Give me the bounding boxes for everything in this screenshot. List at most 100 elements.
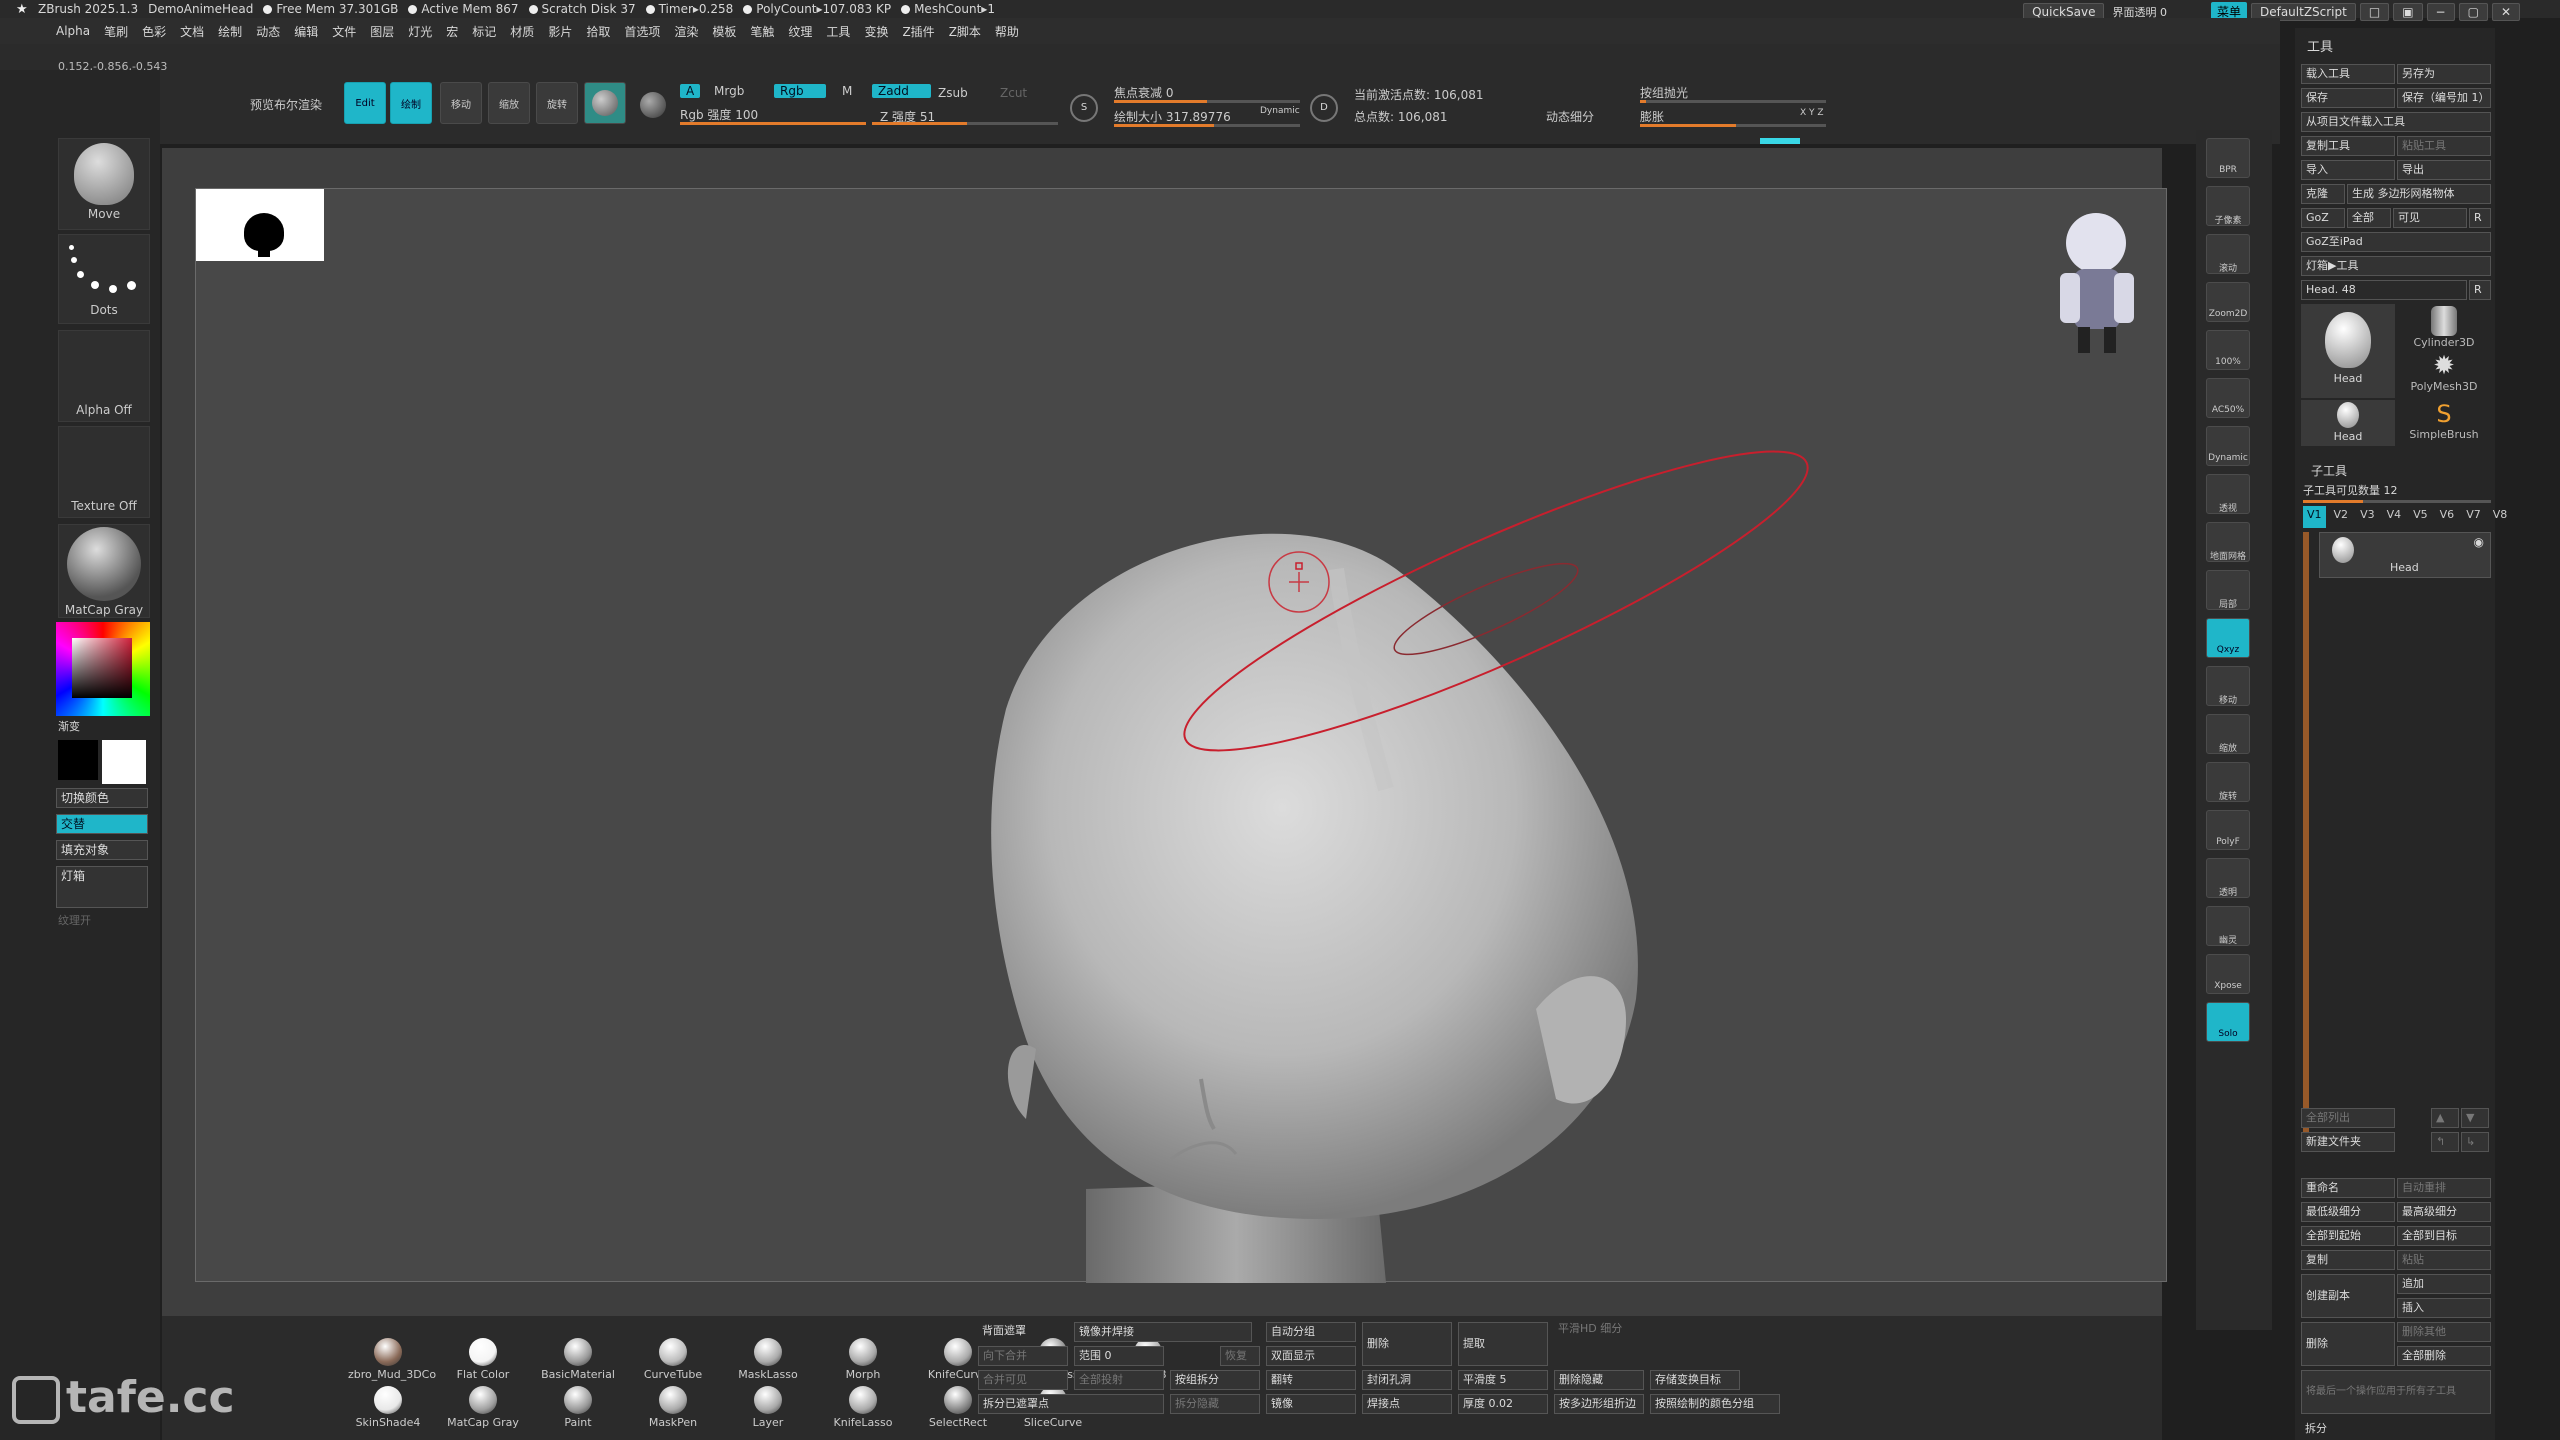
smooth-hd-subdiv-label[interactable]: 平滑HD 细分 [1554,1320,1744,1340]
subtool-visible-count[interactable]: 子工具可见数量 12 [2303,482,2398,498]
rgb-intensity-slider[interactable]: Rgb 强度 100 [680,106,758,123]
menu-item[interactable]: Alpha [56,24,90,38]
load-from-project-button[interactable]: 从项目文件载入工具 [2301,112,2491,132]
inflate-slider[interactable]: 膨胀 [1640,108,1664,125]
list-all-button[interactable]: 全部列出 [2301,1108,2395,1128]
menu-item[interactable]: 灯光 [408,23,432,40]
color-picker[interactable] [56,622,150,716]
color-square[interactable] [72,638,132,698]
tool-thumb-simplebrush[interactable]: S SimpleBrush [2397,400,2491,446]
shelf-move-button[interactable]: 移动 [2206,666,2250,706]
current-tool-r-button[interactable]: R [2469,280,2491,300]
tool-thumb-cylinder[interactable]: Cylinder3D [2397,304,2491,350]
mirror-button[interactable]: 镜像 [1266,1394,1356,1414]
zsub-toggle[interactable]: Zsub [938,86,968,100]
minimize-icon[interactable]: − [2426,2,2455,21]
draw-button[interactable]: 绘制 [390,82,432,124]
crease-by-group-button[interactable]: 按多边形组折边 [1554,1394,1644,1414]
menu-item[interactable]: 帮助 [995,23,1019,40]
apply-to-all-button[interactable]: 将最后一个操作应用于所有子工具 [2301,1370,2491,1414]
draw-size-track[interactable] [1114,124,1300,127]
goz-r-button[interactable]: R [2469,208,2491,228]
shelf-bpr-button[interactable]: BPR [2206,138,2250,178]
duplicate-button[interactable]: 复制 [2301,1250,2395,1270]
secondary-color-swatch[interactable] [102,740,146,784]
shelf-subpixel-button[interactable]: 子像素 [2206,186,2250,226]
copy-tool-button[interactable]: 复制工具 [2301,136,2395,156]
save-as-button[interactable]: 另存为 [2397,64,2491,84]
layout-icon[interactable]: □ [2359,2,2390,21]
shelf-xyz-button[interactable]: Qxyz [2206,618,2250,658]
menu-item[interactable]: 文件 [332,23,356,40]
menu-item[interactable]: 工具 [826,23,850,40]
rename-button[interactable]: 重命名 [2301,1178,2395,1198]
current-tool-slider[interactable]: Head. 48 [2301,280,2467,300]
dynamic-toggle[interactable]: Dynamic [1260,106,1300,116]
menu-item[interactable]: 标记 [472,23,496,40]
a-toggle[interactable]: A [680,84,701,98]
tray-item-11[interactable]: Paint [538,1386,618,1429]
menu-item[interactable]: 渲染 [674,23,698,40]
export-button[interactable]: 导出 [2397,160,2491,180]
visible-count-track[interactable] [2303,500,2491,503]
polish-track[interactable] [1640,100,1826,103]
bpr-render-label[interactable]: 预览布尔渲染 [250,96,322,113]
load-tool-button[interactable]: 载入工具 [2301,64,2395,84]
focal-shift-slider[interactable]: 焦点衰减 0 [1114,84,1173,101]
shelf-transp-button[interactable]: 透明 [2206,858,2250,898]
merge-visible-button[interactable]: 合并可见 [978,1370,1068,1390]
thickness-slider[interactable]: 厚度 0.02 [1458,1394,1548,1414]
menu-item[interactable]: 图层 [370,23,394,40]
shelf-persp-button[interactable]: 透视 [2206,474,2250,514]
tray-item-0[interactable]: zbro_Mud_3DCo [348,1338,436,1381]
delete-subtool-button[interactable]: 删除 [2301,1322,2395,1366]
alternate-button[interactable]: 交替 [56,814,148,834]
version-tab-5[interactable]: V5 [2409,506,2432,528]
subtool-header[interactable]: 子工具 [2311,462,2347,479]
delete-button[interactable]: 删除 [1362,1322,1452,1366]
up-arrow-icon[interactable]: ▲ [2431,1108,2459,1128]
draw-size-slider[interactable]: 绘制大小 317.89776 [1114,108,1231,125]
focal-shift-icon[interactable]: S [1070,94,1098,122]
maximize-icon[interactable]: ▢ [2458,2,2488,21]
save-button[interactable]: 保存 [2301,88,2395,108]
menu-item[interactable]: 笔刷 [104,23,128,40]
clone-button[interactable]: 克隆 [2301,184,2345,204]
focal-shift-track[interactable] [1114,100,1300,103]
polish-by-groups-slider[interactable]: 按组抛光 [1640,84,1688,101]
paste-subtool-button[interactable]: 粘贴 [2397,1250,2491,1270]
shelf-local-button[interactable]: 局部 [2206,570,2250,610]
auto-reorder-button[interactable]: 自动重排 [2397,1178,2491,1198]
tool-thumb-head[interactable]: Head [2301,304,2395,398]
smooth-slider[interactable]: 平滑度 5 [1458,1370,1548,1390]
tray-item-3[interactable]: CurveTube [633,1338,713,1381]
all-to-target-button[interactable]: 全部到目标 [2397,1226,2491,1246]
save-increment-button[interactable]: 保存（编号加 1） [2397,88,2491,108]
move-button[interactable]: 移动 [440,82,482,124]
alpha-slot[interactable]: Alpha Off [58,330,150,422]
version-tab-4[interactable]: V4 [2383,506,2406,528]
lightbox-tool-button[interactable]: 灯箱▶工具 [2301,256,2491,276]
mrgb-toggle[interactable]: Mrgb [714,84,744,98]
delete-all-button[interactable]: 全部删除 [2397,1346,2491,1366]
import-button[interactable]: 导入 [2301,160,2395,180]
restore-button[interactable]: 恢复 [1220,1346,1260,1366]
stroke-slot[interactable]: Dots [58,234,150,324]
menu-item[interactable]: 动态 [256,23,280,40]
fill-object-button[interactable]: 填充对象 [56,840,148,860]
goz-ipad-button[interactable]: GoZ至iPad [2301,232,2491,252]
zadd-toggle[interactable]: Zadd [872,84,931,98]
tray-item-9[interactable]: SkinShade4 [348,1386,428,1429]
menu-item[interactable]: 影片 [548,23,572,40]
auto-group-button[interactable]: 自动分组 [1266,1322,1356,1342]
dynamic-subdiv-button[interactable]: 动态细分 [1546,108,1594,125]
eye-icon[interactable]: ◉ [2474,535,2484,549]
tray-item-14[interactable]: KnifeLasso [823,1386,903,1429]
m-toggle[interactable]: M [842,84,852,98]
shelf-dynamic-button[interactable]: Dynamic [2206,426,2250,466]
edit-button[interactable]: Edit [344,82,386,124]
menu-item[interactable]: 色彩 [142,23,166,40]
goz-all-button[interactable]: 全部 [2347,208,2391,228]
mirror-weld-button[interactable]: 镜像并焊接 [1074,1322,1252,1342]
shelf-xpose-button[interactable]: Xpose [2206,954,2250,994]
